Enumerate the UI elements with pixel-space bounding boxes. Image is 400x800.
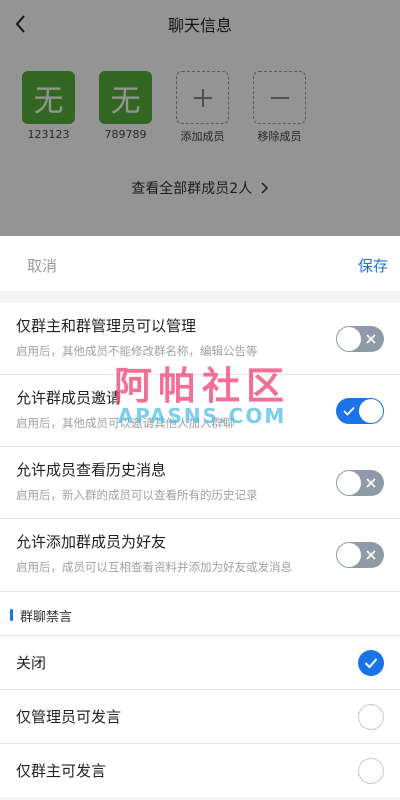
view-history-toggle[interactable] [336, 470, 384, 496]
setting-title: 允许添加群成员为好友 [16, 533, 167, 551]
allow-member-invite-toggle[interactable] [336, 398, 384, 424]
setting-description: 启用后，成员可以互相查看资料并添加为好友或发消息 [16, 560, 292, 574]
toggle-knob [337, 543, 361, 567]
option-label: 仅管理员可发言 [16, 708, 122, 726]
admin-only-manage-toggle[interactable] [336, 326, 384, 352]
option-label: 仅群主可发言 [16, 762, 107, 780]
sheet-header: 取消 保存 [0, 236, 400, 291]
toggle-knob [359, 399, 383, 423]
section-title: 群聊禁言 [20, 610, 73, 625]
setting-allow-member-invite: 允许群成员邀请 启用后，其他成员可以邀请其他人加入群聊 [0, 375, 400, 447]
setting-admin-only-manage: 仅群主和群管理员可以管理 启用后，其他成员不能修改群名称，编辑公告等 [0, 303, 400, 375]
section-accent-bar [10, 609, 13, 621]
setting-view-history: 允许成员查看历史消息 启用后，新入群的成员可以查看所有的历史记录 [0, 447, 400, 519]
toggle-knob [337, 471, 361, 495]
cancel-button[interactable]: 取消 [27, 255, 57, 276]
radio-checked[interactable] [358, 650, 384, 676]
check-icon [338, 398, 360, 424]
mute-option-owner-only[interactable]: 仅群主可发言 [0, 743, 400, 797]
mute-option-admin-only[interactable]: 仅管理员可发言 [0, 689, 400, 743]
radio-unchecked[interactable] [358, 758, 384, 784]
x-icon [360, 542, 382, 568]
add-friends-toggle[interactable] [336, 542, 384, 568]
permission-settings: 仅群主和群管理员可以管理 启用后，其他成员不能修改群名称，编辑公告等 允许群成员… [0, 303, 400, 591]
mute-option-off[interactable]: 关闭 [0, 635, 400, 689]
option-label: 关闭 [16, 654, 47, 672]
save-button[interactable]: 保存 [358, 255, 388, 276]
setting-title: 仅群主和群管理员可以管理 [16, 317, 197, 335]
mute-section-header: 群聊禁言 [0, 591, 400, 635]
setting-title: 允许成员查看历史消息 [16, 461, 167, 479]
radio-unchecked[interactable] [358, 704, 384, 730]
setting-description: 启用后，其他成员可以邀请其他人加入群聊 [16, 416, 235, 430]
settings-sheet: 取消 保存 仅群主和群管理员可以管理 启用后，其他成员不能修改群名称，编辑公告等… [0, 236, 400, 800]
setting-title: 允许群成员邀请 [16, 389, 122, 407]
check-icon [364, 658, 378, 669]
x-icon [360, 470, 382, 496]
x-icon [360, 326, 382, 352]
mute-options: 关闭 仅管理员可发言 仅群主可发言 [0, 635, 400, 797]
modal-overlay[interactable] [0, 0, 400, 236]
setting-description: 启用后，其他成员不能修改群名称，编辑公告等 [16, 344, 258, 358]
setting-add-friends: 允许添加群成员为好友 启用后，成员可以互相查看资料并添加为好友或发消息 [0, 519, 400, 591]
setting-description: 启用后，新入群的成员可以查看所有的历史记录 [16, 488, 258, 502]
toggle-knob [337, 327, 361, 351]
